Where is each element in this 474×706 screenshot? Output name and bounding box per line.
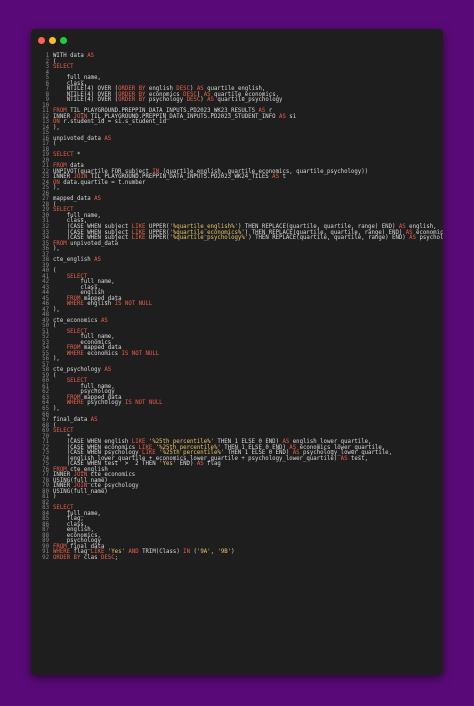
sql-text: economics [83, 350, 122, 357]
maximize-button[interactable] [60, 37, 67, 44]
sql-text: ), [53, 185, 60, 192]
sql-text: ; [114, 554, 119, 561]
sql-text: unpivoted_data [53, 135, 105, 142]
sql-keyword: ORDER BY [53, 554, 81, 561]
sql-text: ), [53, 406, 60, 412]
sql-text: ( [190, 549, 197, 556]
sql-string: '%quartile_psychology%' [169, 235, 249, 242]
sql-text: TRIM(Class) [138, 549, 184, 556]
sql-text: r.student_id = si.s_student_id [59, 119, 167, 126]
sql-keyword: IS NOT NULL [124, 400, 163, 407]
sql-keyword: SELECT [53, 152, 74, 159]
sql-text: cte_psychology [53, 367, 105, 374]
line-number: 92 [42, 554, 49, 561]
sql-keyword: AS [207, 97, 214, 104]
sql-keyword: DESC [100, 554, 115, 561]
close-button[interactable] [38, 37, 45, 44]
sql-keyword: IN [183, 549, 191, 556]
sql-text: unpivoted_data [66, 240, 119, 247]
sql-keyword: AS [104, 367, 112, 374]
sql-keyword: SELECT [53, 64, 74, 71]
sql-keyword: AS [340, 455, 348, 462]
sql-text: final_data [53, 417, 91, 424]
sql-keyword: DESC [186, 97, 201, 104]
sql-code-block[interactable]: 1 WITH data AS 2(3 SELECT 4 5 full_name, 6 cla… [37, 53, 443, 562]
sql-keyword: WHERE [66, 350, 84, 357]
sql-keyword: ORDER BY [118, 97, 146, 104]
sql-keyword: LIKE [131, 235, 146, 242]
sql-keyword: AS [272, 174, 280, 181]
sql-keyword: AS [94, 257, 101, 264]
sql-keyword: WHERE [66, 301, 84, 308]
sql-keyword: AS [100, 317, 108, 324]
sql-text: cte_economics [53, 317, 101, 324]
sql-text: ), [53, 124, 60, 131]
sql-keyword: AND [128, 549, 139, 556]
sql-string: '9B' [217, 549, 232, 556]
code-editor-window: 1 WITH data AS 2(3 SELECT 4 5 full_name, 6 cla… [31, 29, 443, 675]
sql-text: ) THEN REPLACE(quartile, quartile, range… [248, 235, 410, 242]
sql-string: '9A' [196, 549, 211, 556]
sql-text: NTILE(4) OVER ( [53, 97, 119, 104]
sql-text: test, [347, 455, 369, 462]
sql-text: * [73, 152, 81, 159]
sql-text: UPPER( [145, 235, 170, 242]
sql-keyword: WHERE [66, 400, 84, 407]
sql-keyword: AS [409, 235, 417, 242]
sql-text: psychology [419, 235, 443, 242]
sql-keyword: IS NOT NULL [121, 350, 160, 357]
sql-text: ), [53, 356, 60, 363]
sql-text: english [83, 301, 115, 308]
sql-text: ), [53, 306, 60, 313]
sql-string: 'Yes' [159, 461, 177, 468]
sql-keyword: IS NOT NULL [114, 301, 153, 308]
sql-text: data.quartile = t.number [59, 179, 146, 186]
sql-text: ) [231, 549, 235, 556]
sql-text: ) [53, 494, 57, 501]
sql-text: t [279, 174, 286, 181]
sql-keyword: AS [94, 196, 101, 203]
sql-text: cte_english [53, 257, 95, 264]
sql-keyword: AS [196, 461, 204, 468]
sql-text: quartile_psychology [213, 97, 283, 104]
minimize-button[interactable] [49, 37, 56, 44]
sql-keyword: AS [104, 135, 112, 142]
sql-text: clas [80, 554, 101, 561]
sql-text: psychology [83, 400, 125, 407]
sql-text: psychology [145, 97, 187, 104]
sql-keyword: AS [279, 113, 286, 120]
sql-text: ( [53, 141, 57, 148]
sql-text: ), [53, 246, 60, 253]
sql-text: si [285, 113, 297, 120]
code-line: 92 ORDER BY clas DESC; [37, 554, 439, 562]
sql-text: END) [176, 461, 197, 468]
sql-keyword: AS [87, 53, 95, 59]
sql-text: WITH data [53, 53, 88, 59]
sql-text: mapped_data [53, 196, 95, 203]
sql-text: flag [203, 461, 221, 468]
sql-text: USING(full_name) [53, 488, 108, 495]
sql-keyword: AS [90, 417, 98, 424]
